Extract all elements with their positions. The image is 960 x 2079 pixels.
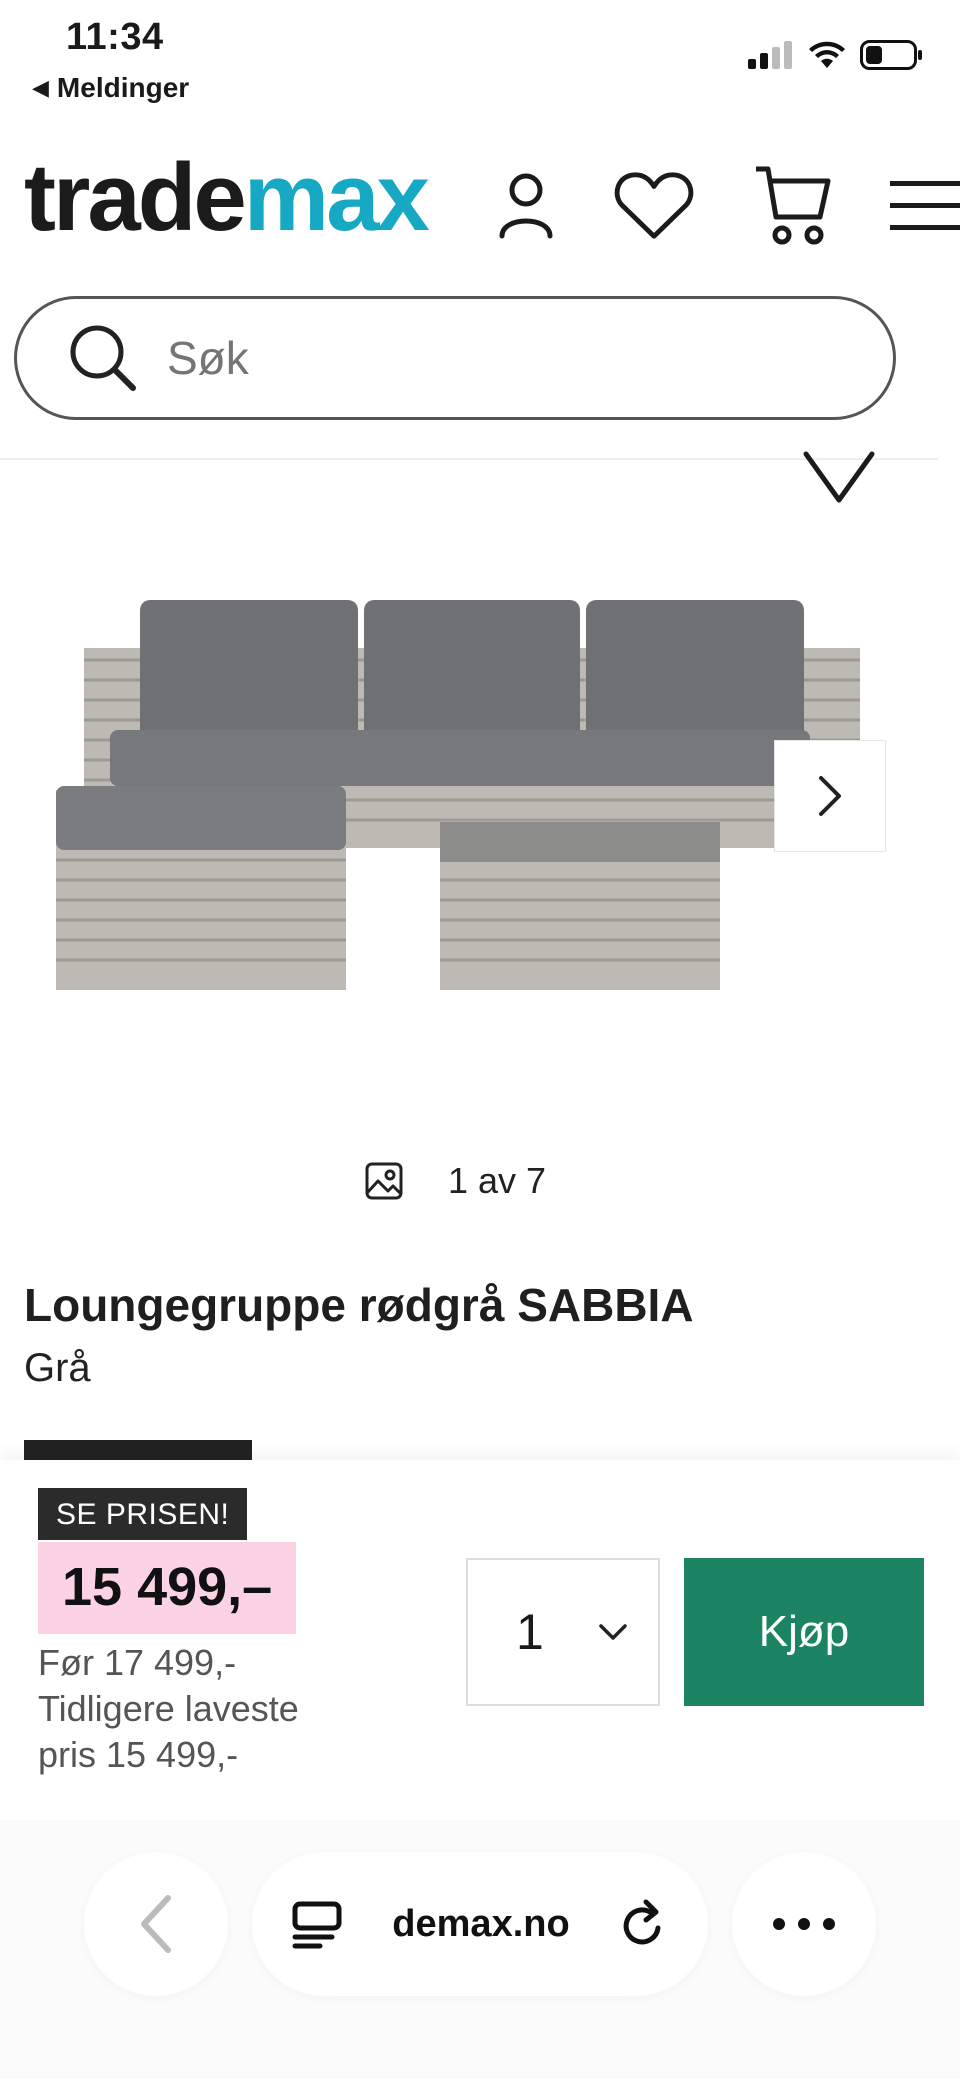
product-title: Loungegruppe rødgrå SABBIA bbox=[24, 1279, 694, 1331]
chevron-left-icon bbox=[141, 1895, 171, 1953]
price-history: Før 17 499,- Tidligere laveste pris 15 4… bbox=[38, 1640, 358, 1778]
reload-icon[interactable] bbox=[620, 1898, 668, 1950]
heart-icon bbox=[614, 172, 694, 239]
status-icons bbox=[748, 40, 924, 70]
account-button[interactable] bbox=[486, 160, 566, 250]
menu-button[interactable] bbox=[890, 160, 960, 250]
reader-tabs-icon bbox=[292, 1901, 342, 1949]
hamburger-menu-icon bbox=[890, 181, 960, 230]
logo-part-max: max bbox=[243, 144, 430, 251]
battery-icon bbox=[860, 40, 922, 70]
header-divider bbox=[0, 458, 938, 460]
search-icon bbox=[70, 325, 136, 391]
wifi-icon bbox=[809, 41, 845, 68]
search-input[interactable] bbox=[165, 330, 769, 386]
partially-hidden-badge bbox=[24, 1440, 252, 1460]
next-image-button[interactable] bbox=[774, 740, 886, 852]
browser-back-button[interactable] bbox=[84, 1852, 228, 1996]
chevron-right-icon bbox=[819, 776, 841, 816]
old-price: Før 17 499,- bbox=[38, 1642, 237, 1683]
trademax-logo[interactable]: trademax bbox=[24, 150, 430, 246]
product-image-sofa[interactable] bbox=[40, 590, 870, 1010]
logo-part-trade: trade bbox=[24, 144, 247, 251]
chevron-down-icon bbox=[599, 1624, 627, 1640]
address-bar[interactable]: demax.no bbox=[252, 1852, 708, 1996]
buy-button[interactable]: Kjøp bbox=[684, 1558, 924, 1706]
ellipsis-icon bbox=[773, 1918, 835, 1930]
cart-icon bbox=[756, 166, 831, 245]
more-options-button[interactable] bbox=[732, 1852, 876, 1996]
heart-outline-icon bbox=[803, 451, 875, 503]
lowest-price: Tidligere laveste pris 15 499,- bbox=[38, 1688, 299, 1775]
promo-badge: SE PRISEN! bbox=[38, 1488, 248, 1540]
url-text: demax.no bbox=[392, 1902, 570, 1945]
quantity-value: 1 bbox=[516, 1604, 544, 1660]
gallery-counter[interactable]: 1 av 7 bbox=[364, 1160, 546, 1202]
cart-button[interactable] bbox=[752, 160, 832, 250]
user-icon bbox=[499, 173, 553, 239]
signal-icon bbox=[748, 41, 792, 69]
back-triangle-icon: ◀ bbox=[32, 75, 49, 100]
quantity-select[interactable]: 1 bbox=[466, 1558, 660, 1706]
status-time: 11:34 bbox=[66, 16, 164, 58]
product-color: Grå bbox=[24, 1346, 91, 1390]
favorite-product-button[interactable] bbox=[802, 450, 876, 515]
wishlist-button[interactable] bbox=[614, 160, 694, 250]
back-to-app-link[interactable]: ◀ Meldinger bbox=[32, 72, 189, 104]
gallery-counter-text: 1 av 7 bbox=[448, 1160, 547, 1201]
back-app-label: Meldinger bbox=[56, 72, 190, 103]
current-price: 15 499,– bbox=[38, 1542, 297, 1634]
image-gallery-icon bbox=[365, 1162, 403, 1200]
search-bar[interactable] bbox=[14, 296, 896, 420]
